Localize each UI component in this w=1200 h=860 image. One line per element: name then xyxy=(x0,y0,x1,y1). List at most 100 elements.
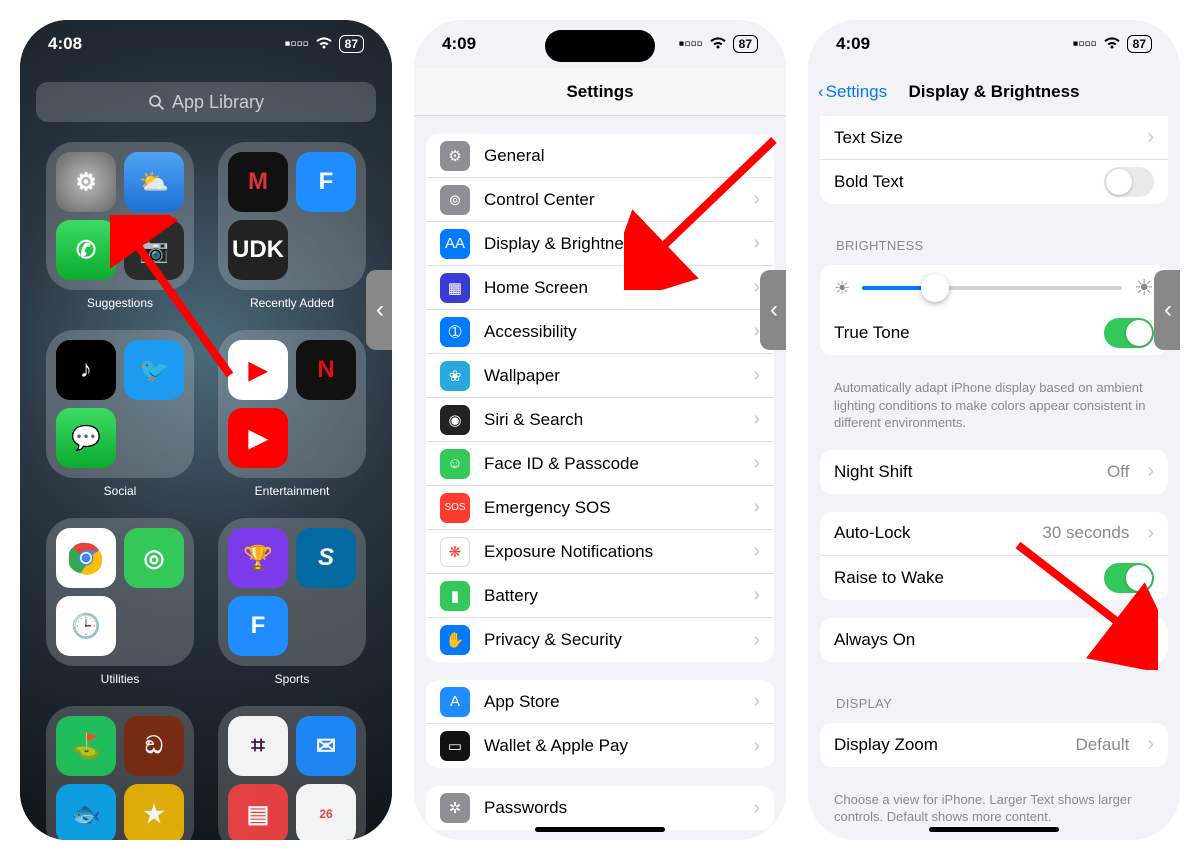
row-auto-lock[interactable]: Auto-Lock 30 seconds › xyxy=(820,512,1168,556)
folder-games[interactable]: ⛳ ඞ 🐟 ★ xyxy=(44,706,196,840)
row-label: Bold Text xyxy=(834,172,1090,192)
row-label: Wallet & Apple Pay xyxy=(484,736,739,756)
folder-productivity[interactable]: ⌗ ✉ ▤ 26 xyxy=(216,706,368,840)
status-time: 4:09 xyxy=(836,34,870,54)
app-icon[interactable]: 🐟 xyxy=(56,784,116,840)
phone-app-icon[interactable]: ✆ xyxy=(56,220,116,280)
home-indicator[interactable] xyxy=(535,827,665,832)
camera-app-icon[interactable]: 📷 xyxy=(124,220,184,280)
weather-app-icon[interactable]: ⛅ xyxy=(124,152,184,212)
settings-row[interactable]: ❋Exposure Notifications› xyxy=(426,530,774,574)
chevron-right-icon: › xyxy=(1147,522,1154,545)
chevron-right-icon: › xyxy=(753,584,760,607)
settings-row[interactable]: ▦Home Screen› xyxy=(426,266,774,310)
row-value: 30 seconds xyxy=(1042,523,1129,543)
settings-phone: 4:09 ▪▫▫▫ 87 Settings ⚙General›⊚Control … xyxy=(414,20,786,840)
settings-row[interactable]: ▭Wallet & Apple Pay› xyxy=(426,724,774,768)
row-raise-to-wake[interactable]: Raise to Wake xyxy=(820,556,1168,600)
folder-sports[interactable]: 🏆 S F Sports xyxy=(216,518,368,686)
app-icon[interactable]: F xyxy=(296,152,356,212)
status-bar: 4:09 ▪▫▫▫ 87 xyxy=(808,20,1180,68)
folder-utilities[interactable]: ◎ 🕒 Utilities xyxy=(44,518,196,686)
slack-app-icon[interactable]: ⌗ xyxy=(228,716,288,776)
settings-row[interactable]: AApp Store› xyxy=(426,680,774,724)
app-icon[interactable]: ⛳ xyxy=(56,716,116,776)
true-tone-toggle[interactable] xyxy=(1104,318,1154,348)
more-apps[interactable] xyxy=(124,596,184,656)
row-bold-text[interactable]: Bold Text xyxy=(820,160,1168,204)
settings-row[interactable]: ❀Wallpaper› xyxy=(426,354,774,398)
row-always-on[interactable]: Always On xyxy=(820,618,1168,662)
row-label: True Tone xyxy=(834,323,1090,343)
row-icon: ✋ xyxy=(440,625,470,655)
bold-text-toggle[interactable] xyxy=(1104,167,1154,197)
mail-app-icon[interactable]: ✉ xyxy=(296,716,356,776)
chevron-right-icon: › xyxy=(753,540,760,563)
section-header-brightness: BRIGHTNESS xyxy=(808,222,1180,259)
chevron-right-icon: › xyxy=(1147,460,1154,483)
youtube-app-icon[interactable]: ▶ xyxy=(228,340,288,400)
twitter-app-icon[interactable]: 🐦 xyxy=(124,340,184,400)
chevron-right-icon: › xyxy=(753,320,760,343)
row-value: Default xyxy=(1075,735,1129,755)
app-icon[interactable]: 🏆 xyxy=(228,528,288,588)
settings-row[interactable]: ☺Face ID & Passcode› xyxy=(426,442,774,486)
section-header-display: DISPLAY xyxy=(808,680,1180,717)
edge-tab[interactable]: ‹ xyxy=(366,270,392,350)
app-icon[interactable]: M xyxy=(228,152,288,212)
settings-row[interactable]: ✋Privacy & Security› xyxy=(426,618,774,662)
more-apps[interactable] xyxy=(296,596,356,656)
edge-tab[interactable]: ‹ xyxy=(1154,270,1180,350)
app-library-search[interactable]: App Library xyxy=(36,82,376,122)
tiktok-app-icon[interactable]: ♪ xyxy=(56,340,116,400)
settings-group-passwords: ✲Passwords› xyxy=(426,786,774,830)
chevron-right-icon: › xyxy=(753,452,760,475)
settings-group-store: AApp Store›▭Wallet & Apple Pay› xyxy=(426,680,774,768)
app-icon[interactable]: ඞ xyxy=(124,716,184,776)
app-icon[interactable]: F xyxy=(228,596,288,656)
row-true-tone[interactable]: True Tone xyxy=(820,311,1168,355)
settings-row[interactable]: ▮Battery› xyxy=(426,574,774,618)
settings-row[interactable]: ✲Passwords› xyxy=(426,786,774,830)
raise-to-wake-toggle[interactable] xyxy=(1104,563,1154,593)
chrome-app-icon[interactable] xyxy=(56,528,116,588)
always-on-toggle[interactable] xyxy=(1104,625,1154,655)
more-apps[interactable] xyxy=(124,408,184,468)
settings-group-main: ⚙General›⊚Control Center›AADisplay & Bri… xyxy=(426,134,774,662)
youtube-music-icon[interactable]: ▶ xyxy=(228,408,288,468)
settings-row[interactable]: ◉Siri & Search› xyxy=(426,398,774,442)
row-icon: ☺ xyxy=(440,449,470,479)
settings-app-icon[interactable]: ⚙ xyxy=(56,152,116,212)
folder-social[interactable]: ♪ 🐦 💬 Social xyxy=(44,330,196,498)
display-zoom-note: Choose a view for iPhone. Larger Text sh… xyxy=(808,785,1180,826)
settings-row[interactable]: ⚙General› xyxy=(426,134,774,178)
row-night-shift[interactable]: Night Shift Off › xyxy=(820,450,1168,494)
app-icon[interactable]: UDK xyxy=(228,220,288,280)
calendar-app-icon[interactable]: 26 xyxy=(296,784,356,840)
back-button[interactable]: ‹ Settings xyxy=(818,68,887,116)
row-text-size[interactable]: Text Size › xyxy=(820,116,1168,160)
folder-entertainment[interactable]: ▶ N ▶ Entertainment xyxy=(216,330,368,498)
edge-tab[interactable]: ‹ xyxy=(760,270,786,350)
folder-recently-added[interactable]: M F UDK Recently Added xyxy=(216,142,368,310)
brightness-slider[interactable]: ☀︎ ☀︎ xyxy=(820,265,1168,311)
app-icon[interactable]: ★ xyxy=(124,784,184,840)
more-apps[interactable] xyxy=(296,408,356,468)
settings-row[interactable]: ⊚Control Center› xyxy=(426,178,774,222)
chevron-right-icon: › xyxy=(1147,126,1154,149)
more-apps[interactable] xyxy=(296,220,356,280)
app-icon[interactable]: S xyxy=(296,528,356,588)
settings-row[interactable]: ➀Accessibility› xyxy=(426,310,774,354)
clock-app-icon[interactable]: 🕒 xyxy=(56,596,116,656)
messages-app-icon[interactable]: 💬 xyxy=(56,408,116,468)
settings-row[interactable]: AADisplay & Brightness› xyxy=(426,222,774,266)
home-indicator[interactable] xyxy=(929,827,1059,832)
settings-row[interactable]: SOSEmergency SOS› xyxy=(426,486,774,530)
row-label: Night Shift xyxy=(834,462,1093,482)
netflix-app-icon[interactable]: N xyxy=(296,340,356,400)
folder-suggestions[interactable]: ⚙ ⛅ ✆ 📷 Suggestions xyxy=(44,142,196,310)
chevron-right-icon: › xyxy=(753,188,760,211)
app-icon[interactable]: ▤ xyxy=(228,784,288,840)
find-my-app-icon[interactable]: ◎ xyxy=(124,528,184,588)
row-display-zoom[interactable]: Display Zoom Default › xyxy=(820,723,1168,767)
